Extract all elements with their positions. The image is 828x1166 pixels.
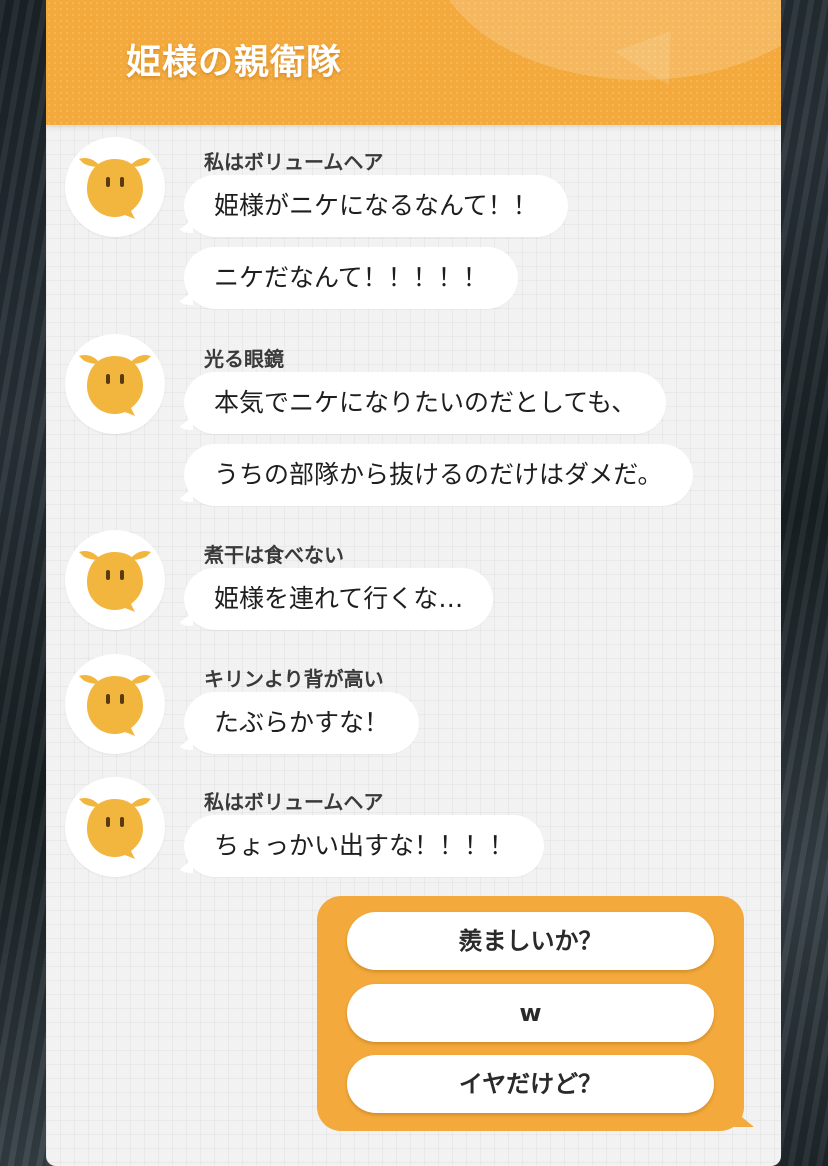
message-bubble: 本気でニケになりたいのだとしても、 bbox=[184, 372, 667, 434]
reply-option-3[interactable]: イヤだけど？ bbox=[347, 1055, 714, 1113]
sender-name: キリンより背が高い bbox=[204, 667, 384, 691]
avatar-icon bbox=[65, 137, 165, 237]
message-bubble: 姫様がニケになるなんて！！ bbox=[184, 175, 568, 237]
message-bubble: ちょっかい出すな！！！！ bbox=[184, 815, 545, 877]
background-right bbox=[780, 0, 828, 1166]
reply-option-1[interactable]: 羨ましいか？ bbox=[347, 912, 714, 970]
avatar-icon bbox=[65, 334, 165, 434]
avatar-icon bbox=[65, 777, 165, 877]
chat-title: 姫様の親衛隊 bbox=[126, 43, 343, 83]
chick-avatar-icon bbox=[79, 158, 151, 219]
message-bubble: たぶらかすな！ bbox=[184, 692, 420, 754]
chat-header: 姫様の親衛隊 bbox=[46, 0, 781, 125]
message-bubble: 姫様を連れて行くな… bbox=[184, 568, 494, 630]
sender-name: 私はボリュームヘア bbox=[204, 790, 384, 814]
sender-name: 煮干は食べない bbox=[204, 543, 344, 567]
sender-name: 私はボリュームヘア bbox=[204, 150, 384, 174]
chick-avatar-icon bbox=[79, 798, 151, 859]
chick-avatar-icon bbox=[79, 675, 151, 736]
sender-name: 光る眼鏡 bbox=[204, 347, 284, 371]
background-left bbox=[0, 0, 46, 1166]
avatar-icon bbox=[65, 654, 165, 754]
reply-option-2[interactable]: w bbox=[347, 984, 714, 1042]
message-bubble: ニケだなんて！！！！！ bbox=[184, 247, 518, 309]
message-bubble: うちの部隊から抜けるのだけはダメだ。 bbox=[184, 444, 693, 506]
chat-panel: 姫様の親衛隊 私はボリュームヘア 姫様がニケになるなんて！！ ニケだなんて！！！… bbox=[46, 0, 781, 1166]
chick-avatar-icon bbox=[79, 551, 151, 612]
chick-avatar-icon bbox=[79, 355, 151, 416]
avatar-icon bbox=[65, 530, 165, 630]
reply-choices: 羨ましいか？ w イヤだけど？ bbox=[317, 896, 744, 1131]
